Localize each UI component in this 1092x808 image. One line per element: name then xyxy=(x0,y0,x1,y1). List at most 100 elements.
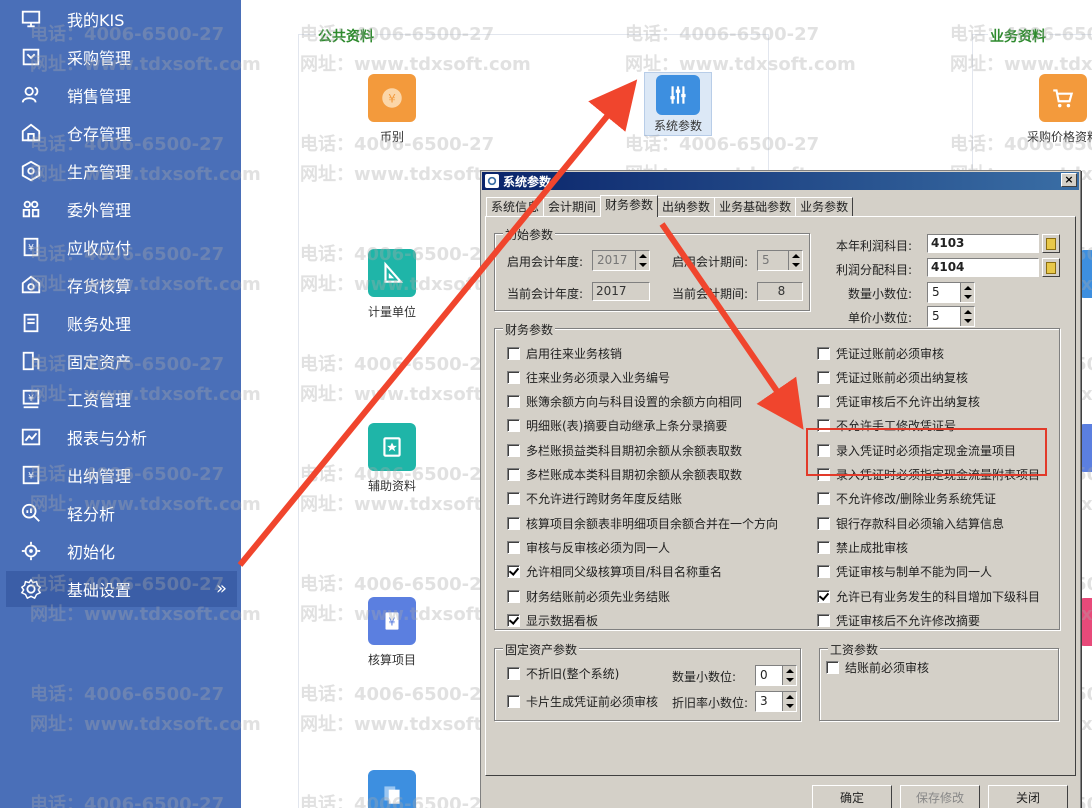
sidebar-item-1[interactable]: 采购管理 xyxy=(0,39,241,75)
tile-currency[interactable]: ¥ 币别 xyxy=(347,74,437,145)
checkbox-box[interactable] xyxy=(507,589,520,603)
fin-right-checkbox-4[interactable]: 录入凭证时必须指定现金流量项目 xyxy=(817,442,1016,458)
checkbox-box[interactable] xyxy=(507,613,520,627)
checkbox-box[interactable] xyxy=(507,516,520,530)
sidebar-item-5[interactable]: 委外管理 xyxy=(0,191,241,227)
qty-decimal-arrows[interactable] xyxy=(960,283,974,302)
fin-left-checkbox-5[interactable]: 多栏账成本类科目期初余额从余额表取数 xyxy=(507,467,742,483)
tile-accounting-item[interactable]: ¥ 核算项目 xyxy=(347,597,437,668)
sidebar-item-13[interactable]: 轻分析 xyxy=(0,495,241,531)
checkbox-box[interactable] xyxy=(817,492,830,506)
checkbox-box[interactable] xyxy=(817,565,830,579)
checkbox-box[interactable] xyxy=(817,443,830,457)
qty-decimal-spinner[interactable]: 5 xyxy=(927,282,975,303)
profit-account-field[interactable]: 4103 xyxy=(927,234,1039,253)
tile-docs[interactable] xyxy=(347,770,437,808)
tab-3[interactable]: 出纳参数 xyxy=(657,197,716,217)
checkbox-box[interactable] xyxy=(817,540,830,554)
sidebar-item-6[interactable]: ¥ 应收应付 xyxy=(0,229,241,265)
close-icon[interactable]: × xyxy=(1061,173,1077,187)
fin-left-checkbox-7[interactable]: 核算项目余额表非明细项目余额合并在一个方向 xyxy=(507,515,778,531)
fin-left-checkbox-0[interactable]: 启用往来业务核销 xyxy=(507,345,622,361)
sidebar-item-14[interactable]: 初始化 xyxy=(0,533,241,569)
fin-right-checkbox-2[interactable]: 凭证审核后不允许出纳复核 xyxy=(817,394,980,410)
checkbox-box[interactable] xyxy=(507,540,520,554)
fin-right-checkbox-11[interactable]: 凭证审核后不允许修改摘要 xyxy=(817,612,980,628)
tile-auxiliary[interactable]: 辅助资料 xyxy=(347,423,437,494)
fin-left-checkbox-11[interactable]: 显示数据看板 xyxy=(507,612,598,628)
checkbox-box[interactable] xyxy=(507,492,520,506)
fin-left-checkbox-2[interactable]: 账簿余额方向与科目设置的余额方向相同 xyxy=(507,394,742,410)
tile-unit[interactable]: 计量单位 xyxy=(347,249,437,320)
sidebar-item-11[interactable]: 报表与分析 xyxy=(0,419,241,455)
asset-qty-decimal-arrows[interactable] xyxy=(782,666,796,685)
checkbox-box[interactable] xyxy=(507,395,520,409)
depr-decimal-spinner[interactable]: 3 xyxy=(755,691,797,712)
tile-system-params[interactable]: 系统参数 xyxy=(644,72,712,136)
distribution-account-lookup-icon[interactable] xyxy=(1042,258,1060,277)
start-year-spinner[interactable]: 2017 xyxy=(592,250,650,271)
ok-button[interactable]: 确定 xyxy=(812,785,892,808)
salary-audit-checkbox[interactable]: 结账前必须审核 xyxy=(826,659,929,675)
save-button[interactable]: 保存修改 xyxy=(900,785,980,808)
sidebar-item-4[interactable]: 生产管理 xyxy=(0,153,241,189)
checkbox-box[interactable] xyxy=(817,613,830,627)
fin-right-checkbox-8[interactable]: 禁止成批审核 xyxy=(817,539,908,555)
tile-purchase-price[interactable]: 采购价格资料 xyxy=(1018,74,1092,145)
card-audit-box[interactable] xyxy=(507,694,520,708)
checkbox-box[interactable] xyxy=(817,589,830,603)
sidebar-item-9[interactable]: 固定资产 xyxy=(0,343,241,379)
checkbox-box[interactable] xyxy=(817,395,830,409)
price-decimal-spinner[interactable]: 5 xyxy=(927,306,975,327)
checkbox-box[interactable] xyxy=(817,468,830,481)
start-year-arrows[interactable] xyxy=(635,251,649,270)
asset-qty-decimal-spinner[interactable]: 0 xyxy=(755,665,797,686)
fin-left-checkbox-10[interactable]: 财务结账前必须先业务结账 xyxy=(507,588,670,604)
fin-right-checkbox-9[interactable]: 凭证审核与制单不能为同一人 xyxy=(817,564,992,580)
checkbox-box[interactable] xyxy=(817,370,830,384)
fin-left-checkbox-8[interactable]: 审核与反审核必须为同一人 xyxy=(507,539,670,555)
tab-4[interactable]: 业务基础参数 xyxy=(714,197,797,217)
checkbox-box[interactable] xyxy=(507,443,520,457)
sidebar-item-3[interactable]: 仓存管理 xyxy=(0,115,241,151)
salary-audit-box[interactable] xyxy=(826,660,839,674)
checkbox-box[interactable] xyxy=(817,346,830,360)
fin-right-checkbox-0[interactable]: 凭证过账前必须审核 xyxy=(817,345,944,361)
fin-right-checkbox-6[interactable]: 不允许修改/删除业务系统凭证 xyxy=(817,491,996,507)
fin-left-checkbox-6[interactable]: 不允许进行跨财务年度反结账 xyxy=(507,491,682,507)
fin-right-checkbox-1[interactable]: 凭证过账前必须出纳复核 xyxy=(817,369,968,385)
fin-left-checkbox-9[interactable]: 允许相同父级核算项目/科目名称重名 xyxy=(507,564,722,580)
no-depreciation-checkbox[interactable]: 不折旧(整个系统) xyxy=(507,665,619,681)
start-period-spinner[interactable]: 5 xyxy=(757,250,803,271)
price-decimal-arrows[interactable] xyxy=(960,307,974,326)
fin-left-checkbox-3[interactable]: 明细账(表)摘要自动继承上条分录摘要 xyxy=(507,418,727,434)
sidebar-item-10[interactable]: ¥ 工资管理 xyxy=(0,381,241,417)
sidebar-item-8[interactable]: 账务处理 xyxy=(0,305,241,341)
sidebar-item-12[interactable]: ¥ 出纳管理 xyxy=(0,457,241,493)
checkbox-box[interactable] xyxy=(507,419,520,433)
checkbox-box[interactable] xyxy=(817,419,830,433)
checkbox-box[interactable] xyxy=(507,346,520,360)
fin-right-checkbox-3[interactable]: 不允许手工修改凭证号 xyxy=(817,418,956,434)
depr-decimal-arrows[interactable] xyxy=(782,692,796,711)
checkbox-box[interactable] xyxy=(507,468,520,481)
checkbox-box[interactable] xyxy=(817,516,830,530)
sidebar-item-0[interactable]: 我的KIS xyxy=(0,1,241,37)
fin-left-checkbox-1[interactable]: 往来业务必须录入业务编号 xyxy=(507,369,670,385)
close-button[interactable]: 关闭 xyxy=(988,785,1068,808)
fin-left-checkbox-4[interactable]: 多栏账损益类科目期初余额从余额表取数 xyxy=(507,442,742,458)
checkbox-box[interactable] xyxy=(507,370,520,384)
card-audit-checkbox[interactable]: 卡片生成凭证前必须审核 xyxy=(507,693,658,709)
sidebar-item-7[interactable]: 存货核算 xyxy=(0,267,241,303)
tab-1[interactable]: 会计期间 xyxy=(543,197,602,217)
tab-2[interactable]: 财务参数 xyxy=(600,195,659,217)
start-period-arrows[interactable] xyxy=(788,251,802,270)
fin-right-checkbox-7[interactable]: 银行存款科目必须输入结算信息 xyxy=(817,515,1004,531)
fin-right-checkbox-10[interactable]: 允许已有业务发生的科目增加下级科目 xyxy=(817,588,1040,604)
dialog-titlebar[interactable]: 系统参数 × xyxy=(482,172,1079,190)
sidebar-item-2[interactable]: 销售管理 xyxy=(0,77,241,113)
no-depreciation-box[interactable] xyxy=(507,666,520,680)
sidebar-item-15[interactable]: 基础设置 » xyxy=(6,571,237,607)
fin-right-checkbox-5[interactable]: 录入凭证时必须指定现金流量附表项目 xyxy=(817,467,1040,483)
distribution-account-field[interactable]: 4104 xyxy=(927,258,1039,277)
